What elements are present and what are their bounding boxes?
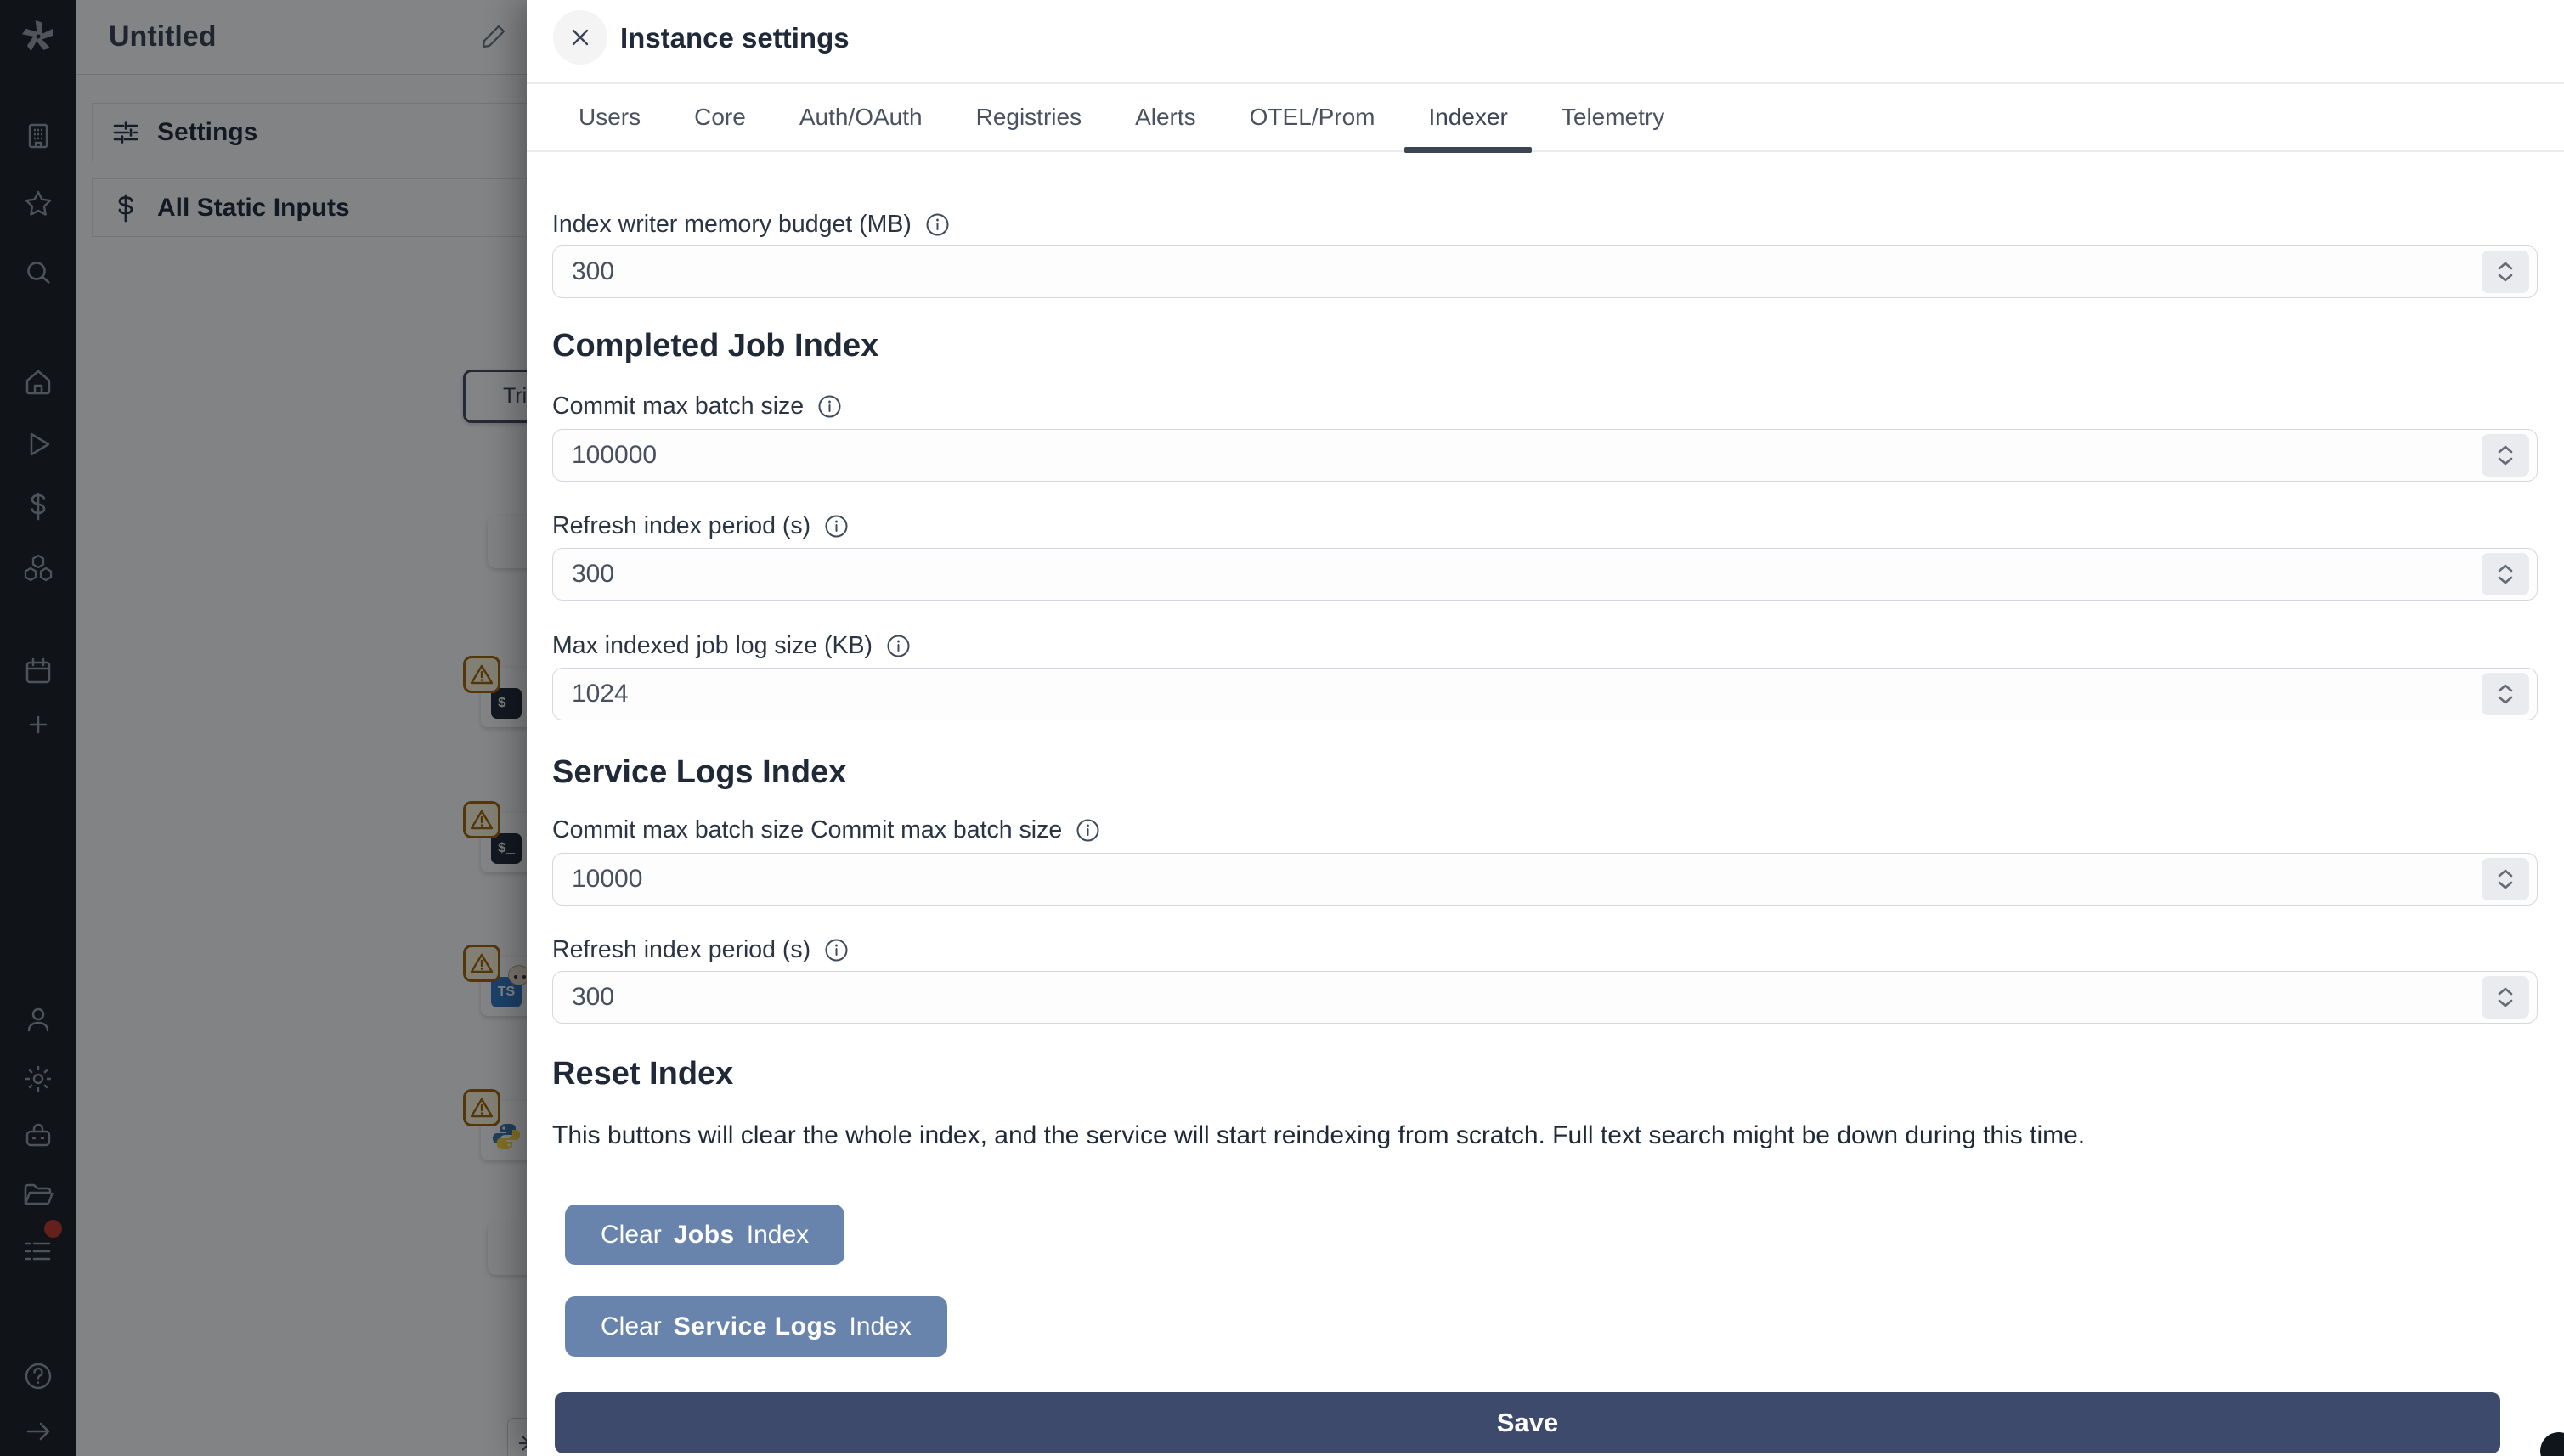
max-job-log-size-input[interactable] <box>552 668 2538 720</box>
cursor-artifact <box>2540 1432 2564 1456</box>
info-icon[interactable] <box>824 514 849 539</box>
field-commit-max-batch <box>552 429 2538 482</box>
commit-max-batch-logs-input[interactable] <box>552 853 2538 906</box>
modal-backdrop[interactable] <box>0 0 527 1456</box>
section-heading-service-logs-index: Service Logs Index <box>552 754 847 790</box>
clear-jobs-index-button[interactable]: Clear Jobs Index <box>565 1205 845 1265</box>
field-label-refresh-period-jobs: Refresh index period (s) <box>552 512 849 540</box>
field-label-refresh-period-logs: Refresh index period (s) <box>552 936 849 964</box>
tab-telemetry[interactable]: Telemetry <box>1562 83 1664 151</box>
number-stepper[interactable] <box>2482 976 2529 1019</box>
tab-users[interactable]: Users <box>579 83 641 151</box>
field-commit-max-batch-logs <box>552 853 2538 906</box>
field-max-job-log-size <box>552 668 2538 720</box>
refresh-period-logs-input[interactable] <box>552 971 2538 1024</box>
app-root: Untitled Settings All Static <box>0 0 2564 1456</box>
number-stepper[interactable] <box>2482 673 2529 715</box>
number-stepper[interactable] <box>2482 434 2529 477</box>
drawer-title: Instance settings <box>620 22 850 54</box>
number-stepper[interactable] <box>2482 251 2529 293</box>
instance-settings-drawer: Instance settings Users Core Auth/OAuth … <box>527 0 2564 1456</box>
tab-auth-oauth[interactable]: Auth/OAuth <box>799 83 923 151</box>
commit-max-batch-input[interactable] <box>552 429 2538 482</box>
field-label-commit-max-batch-logs: Commit max batch size Commit max batch s… <box>552 816 1100 844</box>
info-icon[interactable] <box>886 634 911 658</box>
field-label-max-job-log-size: Max indexed job log size (KB) <box>552 632 911 660</box>
refresh-period-jobs-input[interactable] <box>552 548 2538 601</box>
tab-otel-prom[interactable]: OTEL/Prom <box>1250 83 1375 151</box>
field-index-writer-memory <box>552 245 2538 298</box>
tab-alerts[interactable]: Alerts <box>1135 83 1196 151</box>
field-refresh-period-jobs <box>552 548 2538 601</box>
tab-core[interactable]: Core <box>694 83 746 151</box>
clear-service-logs-index-button[interactable]: Clear Service Logs Index <box>565 1296 947 1357</box>
section-heading-completed-job-index: Completed Job Index <box>552 328 879 364</box>
close-icon[interactable] <box>553 10 607 65</box>
tab-indexer[interactable]: Indexer <box>1404 83 1533 153</box>
tab-registries[interactable]: Registries <box>976 83 1082 151</box>
settings-tabbar: Users Core Auth/OAuth Registries Alerts … <box>527 83 2564 153</box>
info-icon[interactable] <box>817 394 842 419</box>
index-writer-memory-input[interactable] <box>552 245 2538 298</box>
info-icon[interactable] <box>824 938 849 962</box>
field-label-commit-max-batch: Commit max batch size <box>552 392 842 420</box>
section-heading-reset-index: Reset Index <box>552 1056 734 1092</box>
field-refresh-period-logs <box>552 971 2538 1024</box>
field-label-index-writer-memory: Index writer memory budget (MB) <box>552 211 950 239</box>
info-icon[interactable] <box>1076 818 1100 843</box>
number-stepper[interactable] <box>2482 858 2529 900</box>
info-icon[interactable] <box>925 212 950 237</box>
save-button[interactable]: Save <box>555 1392 2500 1453</box>
reset-index-description: This buttons will clear the whole index,… <box>552 1121 2086 1149</box>
number-stepper[interactable] <box>2482 553 2529 595</box>
